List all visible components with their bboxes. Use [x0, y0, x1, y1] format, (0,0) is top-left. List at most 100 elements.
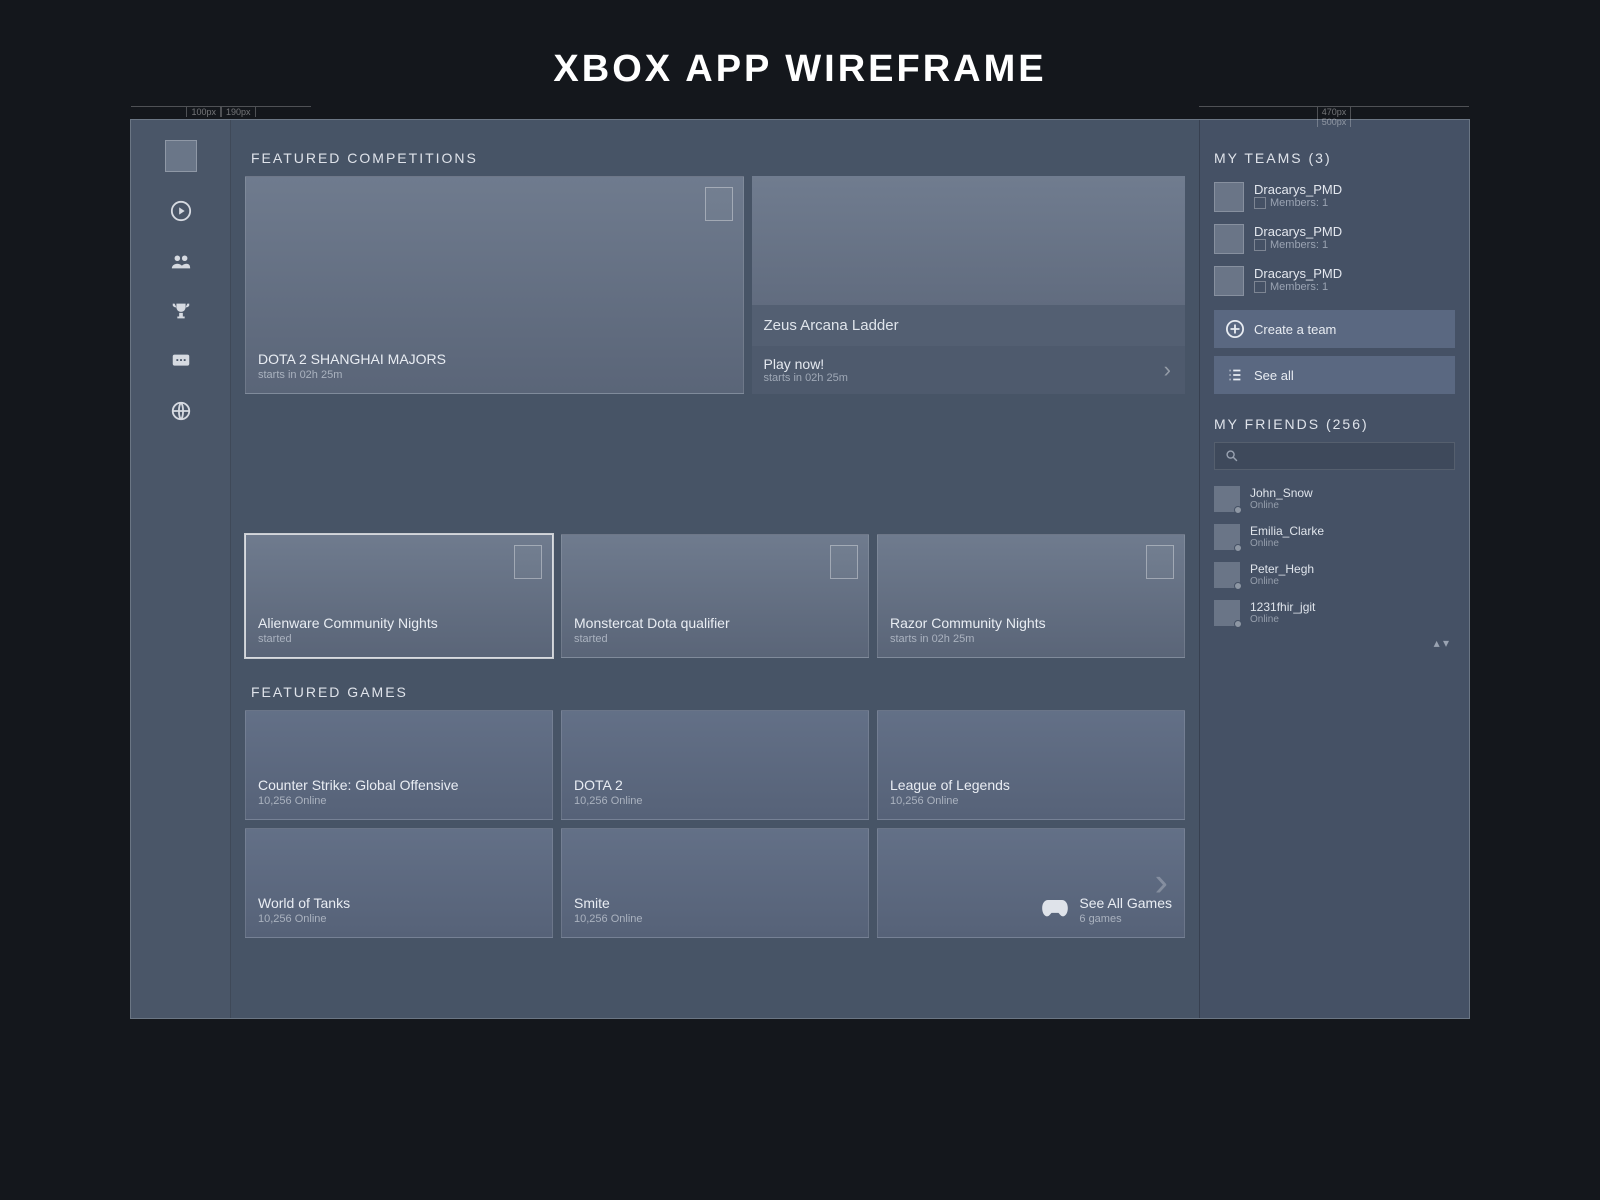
friend-status: Online: [1250, 576, 1314, 587]
promo-title: Zeus Arcana Ladder: [764, 317, 1173, 334]
chat-icon[interactable]: [170, 350, 192, 372]
friend-avatar: [1214, 600, 1240, 626]
friends-pager[interactable]: ▴ ▾: [1214, 632, 1455, 654]
game-tile[interactable]: DOTA 2 10,256 Online: [561, 710, 869, 820]
friend-status: Online: [1250, 538, 1324, 549]
friend-item[interactable]: Emilia_ClarkeOnline: [1214, 518, 1455, 556]
ruler-seg: 500px: [1317, 117, 1352, 127]
chevron-right-icon: ›: [1155, 861, 1168, 906]
badge-icon: [830, 545, 858, 579]
team-item[interactable]: Dracarys_PMD Members: 1: [1214, 260, 1455, 302]
hero-title: DOTA 2 SHANGHAI MAJORS: [258, 351, 731, 367]
ruler-seg: 100px: [186, 107, 221, 117]
friend-avatar: [1214, 486, 1240, 512]
ruler-seg: 190px: [221, 107, 256, 117]
featured-competitions-header: FEATURED COMPETITIONS: [251, 150, 1185, 166]
my-teams-header: MY TEAMS (3): [1214, 150, 1455, 166]
game-icon: [1254, 197, 1266, 209]
page-title: XBOX APP WIREFRAME: [0, 0, 1600, 119]
friend-name: Peter_Hegh: [1250, 562, 1314, 576]
team-item[interactable]: Dracarys_PMD Members: 1: [1214, 176, 1455, 218]
friend-name: Emilia_Clarke: [1250, 524, 1324, 538]
tile-sub: 10,256 Online: [258, 795, 540, 807]
status-dot-icon: [1234, 582, 1242, 590]
friends-icon[interactable]: [170, 250, 192, 272]
team-avatar: [1214, 182, 1244, 212]
promo-sub: starts in 02h 25m: [764, 372, 1173, 384]
game-tile[interactable]: Smite 10,256 Online: [561, 828, 869, 938]
promo-tile[interactable]: Zeus Arcana Ladder Play now! starts in 0…: [752, 176, 1185, 394]
status-dot-icon: [1234, 620, 1242, 628]
games-grid: Counter Strike: Global Offensive 10,256 …: [245, 710, 1185, 938]
tile-title: League of Legends: [890, 777, 1172, 793]
featured-games-header: FEATURED GAMES: [251, 684, 1185, 700]
tile-title: DOTA 2: [574, 777, 856, 793]
friend-avatar: [1214, 562, 1240, 588]
team-meta: Members: 1: [1270, 239, 1328, 251]
team-meta: Members: 1: [1270, 197, 1328, 209]
game-tile[interactable]: Counter Strike: Global Offensive 10,256 …: [245, 710, 553, 820]
game-icon: [1254, 281, 1266, 293]
ruler-left: 100px190px: [131, 106, 311, 116]
tile-sub: starts in 02h 25m: [890, 633, 1172, 645]
friend-item[interactable]: 1231fhir_jgitOnline: [1214, 594, 1455, 632]
competition-tile[interactable]: Alienware Community Nights started: [245, 534, 553, 658]
sidebar: [131, 120, 231, 1018]
team-avatar: [1214, 266, 1244, 296]
chevron-right-icon: ›: [1164, 357, 1171, 383]
competition-tile[interactable]: Razor Community Nights starts in 02h 25m: [877, 534, 1185, 658]
right-sidebar: MY TEAMS (3) Dracarys_PMD Members: 1 Dra…: [1199, 120, 1469, 1018]
create-team-label: Create a team: [1254, 322, 1336, 337]
friend-avatar: [1214, 524, 1240, 550]
see-all-teams-label: See all: [1254, 368, 1294, 383]
friend-item[interactable]: John_SnowOnline: [1214, 480, 1455, 518]
tile-title: Razor Community Nights: [890, 615, 1172, 631]
tile-title: Counter Strike: Global Offensive: [258, 777, 540, 793]
friends-search-input[interactable]: [1214, 442, 1455, 470]
friend-item[interactable]: Peter_HeghOnline: [1214, 556, 1455, 594]
competition-tile[interactable]: Monstercat Dota qualifier started: [561, 534, 869, 658]
plus-circle-icon: [1226, 320, 1244, 338]
ruler-right: 470px500px: [1199, 106, 1469, 116]
team-name: Dracarys_PMD: [1254, 224, 1342, 239]
tile-title: Smite: [574, 895, 856, 911]
tile-sub: 10,256 Online: [890, 795, 1172, 807]
create-team-button[interactable]: Create a team: [1214, 310, 1455, 348]
friend-name: 1231fhir_jgit: [1250, 600, 1315, 614]
see-all-teams-button[interactable]: See all: [1214, 356, 1455, 394]
promo-cta: Play now!: [764, 356, 1173, 372]
main-content: FEATURED COMPETITIONS DOTA 2 SHANGHAI MA…: [231, 120, 1199, 1018]
game-icon: [1254, 239, 1266, 251]
controller-icon: [1041, 900, 1069, 920]
see-all-sub: 6 games: [1079, 913, 1172, 925]
team-item[interactable]: Dracarys_PMD Members: 1: [1214, 218, 1455, 260]
see-all-games-tile[interactable]: See All Games 6 games ›: [877, 828, 1185, 938]
globe-icon[interactable]: [170, 400, 192, 422]
game-tile[interactable]: World of Tanks 10,256 Online: [245, 828, 553, 938]
team-name: Dracarys_PMD: [1254, 182, 1342, 197]
badge-icon: [514, 545, 542, 579]
game-tile[interactable]: League of Legends 10,256 Online: [877, 710, 1185, 820]
team-name: Dracarys_PMD: [1254, 266, 1342, 281]
app-frame: 100px190px 470px500px FEATURED COMPETITI…: [130, 119, 1470, 1019]
play-icon[interactable]: [170, 200, 192, 222]
hero-competition-tile[interactable]: DOTA 2 SHANGHAI MAJORS starts in 02h 25m: [245, 176, 744, 394]
friend-status: Online: [1250, 500, 1313, 511]
status-dot-icon: [1234, 506, 1242, 514]
trophy-icon[interactable]: [170, 300, 192, 322]
tile-sub: started: [258, 633, 540, 645]
friend-status: Online: [1250, 614, 1315, 625]
ruler-seg: 470px: [1317, 107, 1352, 117]
friend-name: John_Snow: [1250, 486, 1313, 500]
tile-title: World of Tanks: [258, 895, 540, 911]
list-icon: [1226, 366, 1244, 384]
competitions-grid: DOTA 2 SHANGHAI MAJORS starts in 02h 25m…: [245, 176, 1185, 526]
tile-sub: 10,256 Online: [258, 913, 540, 925]
avatar-box[interactable]: [165, 140, 197, 172]
hero-sub: starts in 02h 25m: [258, 369, 731, 381]
team-avatar: [1214, 224, 1244, 254]
status-dot-icon: [1234, 544, 1242, 552]
tile-title: Monstercat Dota qualifier: [574, 615, 856, 631]
search-icon: [1225, 449, 1239, 463]
team-meta: Members: 1: [1270, 281, 1328, 293]
